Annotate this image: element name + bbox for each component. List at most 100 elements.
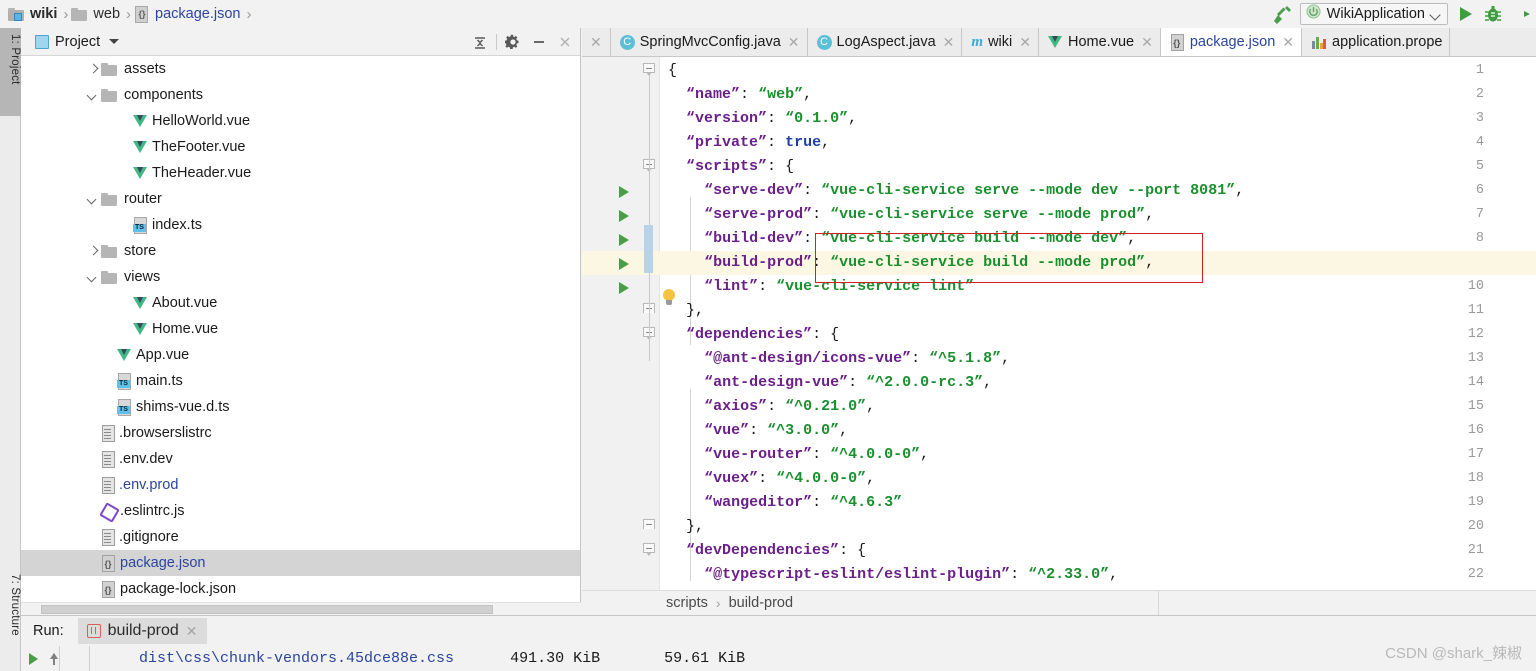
tree-item[interactable]: .browserslistrc [21, 420, 580, 446]
code-line[interactable]: “serve-prod”: “vue-cli-service serve --m… [660, 203, 1536, 227]
chevron-down-icon[interactable] [85, 87, 101, 103]
breadcrumb-item-package-json[interactable]: package.json [134, 0, 243, 28]
tree-item[interactable]: Home.vue [21, 316, 580, 342]
tree-item[interactable]: main.ts [21, 368, 580, 394]
editor-tab[interactable]: Home.vue ✕ [1038, 28, 1161, 56]
hammer-icon[interactable] [1272, 3, 1294, 25]
code-line[interactable]: “build-prod”: “vue-cli-service build --m… [660, 251, 1536, 275]
tree-item[interactable]: .eslintrc.js [21, 498, 580, 524]
tree-item[interactable]: store [21, 238, 580, 264]
code-line[interactable]: }, [660, 299, 1536, 323]
folder-icon [101, 62, 117, 76]
breadcrumb-item-web[interactable]: web [71, 0, 123, 28]
close-icon[interactable]: ✕ [788, 34, 800, 51]
rerun-button[interactable] [29, 653, 38, 665]
tree-item[interactable]: assets [21, 56, 580, 82]
fold-collapse-icon[interactable] [643, 155, 656, 179]
run-tab-build-prod[interactable]: build-prod ✕ [77, 618, 207, 644]
tree-item[interactable]: HelloWorld.vue [21, 108, 580, 134]
chevron-down-icon[interactable] [85, 269, 101, 285]
tree-item[interactable]: views [21, 264, 580, 290]
run-script-gutter-icon[interactable] [618, 251, 632, 275]
code-line[interactable]: “devDependencies”: { [660, 539, 1536, 563]
run-button[interactable] [1454, 3, 1476, 25]
fold-end-icon[interactable] [643, 515, 656, 539]
tree-item[interactable]: index.ts [21, 212, 580, 238]
tree-item[interactable]: About.vue [21, 290, 580, 316]
code-editor[interactable]: 12345678910111213141516171819202122 { “n… [582, 57, 1536, 590]
tree-item[interactable]: shims-vue.d.ts [21, 394, 580, 420]
fold-collapse-icon[interactable] [643, 323, 656, 347]
code-line[interactable]: { [660, 59, 1536, 83]
code-line[interactable]: “vue-router”: “^4.0.0-0”, [660, 443, 1536, 467]
editor-tab[interactable]: m wiki ✕ [962, 28, 1039, 56]
code-line[interactable]: “serve-dev”: “vue-cli-service serve --mo… [660, 179, 1536, 203]
code-line[interactable]: “dependencies”: { [660, 323, 1536, 347]
up-arrow-icon[interactable] [48, 652, 61, 666]
tree-item[interactable]: package.json [21, 550, 580, 576]
chevron-right-icon[interactable] [85, 243, 101, 259]
breadcrumb-item-wiki[interactable]: wiki [8, 0, 60, 28]
tool-tab-project[interactable]: 1: Project [0, 28, 21, 116]
breadcrumb-item-build-prod[interactable]: build-prod [729, 595, 794, 611]
tab-scroll-close-icon[interactable]: ✕ [582, 28, 611, 56]
tree-item[interactable]: components [21, 82, 580, 108]
code-line[interactable]: “build-dev”: “vue-cli-service build --mo… [660, 227, 1536, 251]
run-script-gutter-icon[interactable] [618, 179, 632, 203]
close-icon[interactable]: ✕ [1019, 34, 1031, 51]
code-line[interactable]: “vue”: “^3.0.0”, [660, 419, 1536, 443]
code-line[interactable]: “@typescript-eslint/eslint-plugin”: “^2.… [660, 563, 1536, 587]
tree-item[interactable]: package-lock.json [21, 576, 580, 602]
scrollbar-thumb[interactable] [41, 605, 493, 614]
bug-icon[interactable] [1482, 3, 1504, 25]
eslint-icon [101, 504, 116, 519]
code-line[interactable]: “lint”: “vue-cli-service lint” [660, 275, 1536, 299]
code-line[interactable]: “ant-design-vue”: “^2.0.0-rc.3”, [660, 371, 1536, 395]
code-line[interactable]: “version”: “0.1.0”, [660, 107, 1536, 131]
code-line[interactable]: }, [660, 515, 1536, 539]
code-line[interactable]: “name”: “web”, [660, 83, 1536, 107]
chevron-right-icon[interactable] [85, 61, 101, 77]
editor-tab[interactable]: package.json ✕ [1160, 28, 1302, 56]
editor-tab[interactable]: C LogAspect.java ✕ [807, 28, 963, 56]
tree-item[interactable]: TheFooter.vue [21, 134, 580, 160]
close-icon[interactable]: ✕ [186, 623, 198, 640]
fold-collapse-icon[interactable] [643, 539, 656, 563]
editor-tab[interactable]: C SpringMvcConfig.java ✕ [610, 28, 808, 56]
code-line[interactable]: “@ant-design/icons-vue”: “^5.1.8”, [660, 347, 1536, 371]
gear-icon[interactable] [500, 29, 526, 55]
chevron-down-icon[interactable] [85, 191, 101, 207]
chevron-down-icon[interactable] [1431, 9, 1441, 19]
project-panel-hscrollbar[interactable] [21, 602, 581, 615]
tree-item[interactable]: App.vue [21, 342, 580, 368]
editor-tab-bar[interactable]: ✕ C SpringMvcConfig.java ✕ C LogAspect.java ✕… [582, 28, 1536, 57]
fold-end-icon[interactable] [643, 299, 656, 323]
editor-tab[interactable]: application.prope [1302, 28, 1451, 56]
close-icon[interactable]: ✕ [1282, 34, 1294, 51]
tree-item[interactable]: .gitignore [21, 524, 580, 550]
close-icon[interactable]: ✕ [1141, 34, 1153, 51]
code-line[interactable]: “axios”: “^0.21.0”, [660, 395, 1536, 419]
caret-down-icon[interactable] [108, 36, 120, 48]
project-file-tree[interactable]: assets components HelloWorld.vue TheFooter.… [21, 56, 580, 602]
tool-tab-structure[interactable]: 7: Structure [0, 568, 21, 671]
code-line[interactable]: “vuex”: “^4.0.0-0”, [660, 467, 1536, 491]
tree-item[interactable]: TheHeader.vue [21, 160, 580, 186]
close-icon[interactable] [552, 29, 578, 55]
tree-item[interactable]: .env.dev [21, 446, 580, 472]
run-script-gutter-icon[interactable] [618, 227, 632, 251]
fold-collapse-icon[interactable] [643, 59, 656, 83]
breadcrumb-item-scripts[interactable]: scripts [666, 595, 708, 611]
collapse-all-icon[interactable] [467, 29, 493, 55]
code-line[interactable]: “scripts”: { [660, 155, 1536, 179]
coverage-icon[interactable] [1510, 3, 1532, 25]
run-script-gutter-icon[interactable] [618, 275, 632, 299]
run-script-gutter-icon[interactable] [618, 203, 632, 227]
code-line[interactable]: “private”: true, [660, 131, 1536, 155]
tree-item[interactable]: router [21, 186, 580, 212]
minimize-icon[interactable] [526, 29, 552, 55]
code-line[interactable]: “wangeditor”: “^4.6.3” [660, 491, 1536, 515]
tree-item[interactable]: .env.prod [21, 472, 580, 498]
close-icon[interactable]: ✕ [943, 34, 955, 51]
run-configuration-selector[interactable]: WikiApplication [1299, 3, 1448, 25]
